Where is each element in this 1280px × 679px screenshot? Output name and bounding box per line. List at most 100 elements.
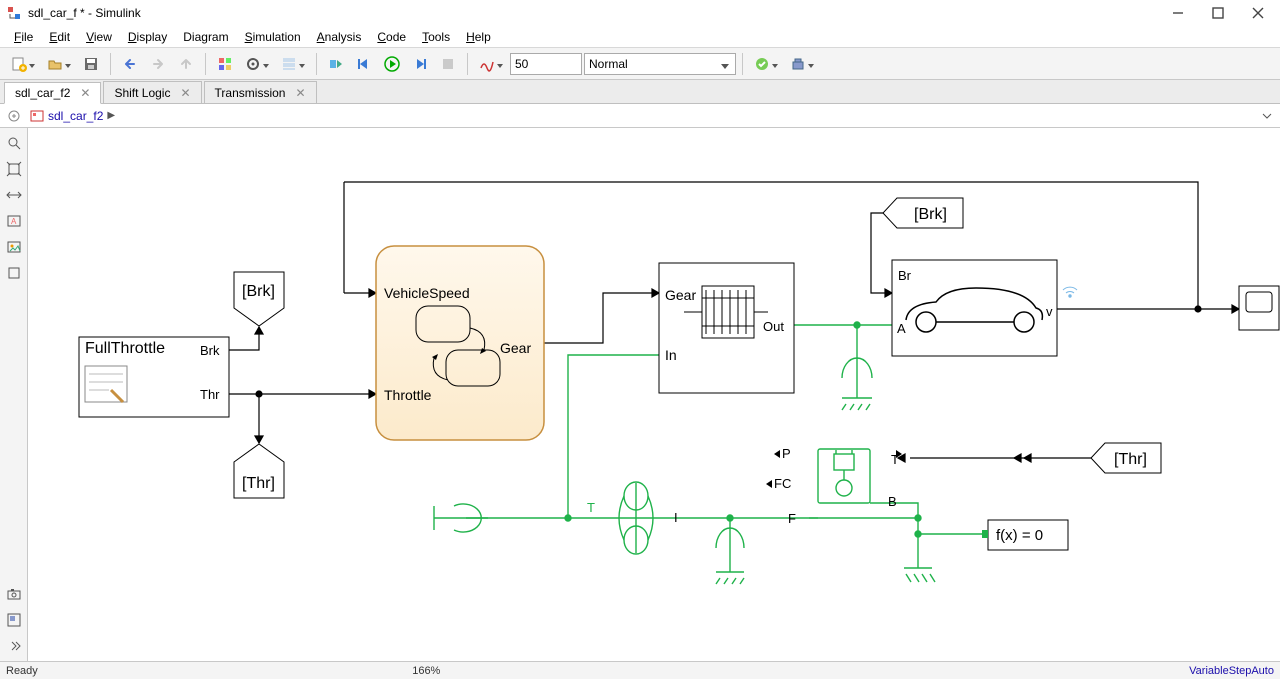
port-br-label: Br (898, 268, 912, 283)
status-ready: Ready (6, 665, 38, 677)
new-model-button[interactable] (6, 51, 40, 77)
from-brk-block[interactable]: [Brk] (883, 198, 963, 228)
tag-label: [Brk] (242, 283, 275, 300)
explorer-bar: sdl_car_f2 ▶ (0, 104, 1280, 128)
from-thr-block[interactable]: [Thr] (1091, 443, 1161, 473)
window-minimize-button[interactable] (1158, 0, 1198, 26)
solver-configuration-block[interactable]: f(x) = 0 (982, 520, 1068, 550)
goto-thr-block[interactable]: [Thr] (234, 444, 284, 498)
port-p-label: P (782, 446, 791, 461)
menu-bar: Filedocument.currentScript.previousEleme… (0, 26, 1280, 48)
step-back-button[interactable] (351, 51, 377, 77)
simulation-mode-select[interactable]: Normal (584, 53, 736, 75)
update-diagram-button[interactable] (749, 51, 783, 77)
area-button[interactable] (3, 262, 25, 284)
screenshot-button[interactable] (3, 583, 25, 605)
window-close-button[interactable] (1238, 0, 1278, 26)
window-title: sdl_car_f * - Simulink (28, 6, 141, 20)
port-i-label: I (674, 510, 678, 525)
stop-button[interactable] (435, 51, 461, 77)
port-out-label: Out (763, 319, 784, 334)
tab-close-icon[interactable]: ✕ (295, 87, 305, 99)
up-button[interactable] (173, 51, 199, 77)
stateflow-chart-block[interactable]: VehicleSpeed Gear Throttle (376, 246, 544, 440)
chevron-right-icon: ▶ (107, 110, 115, 121)
expand-palette-button[interactable] (3, 635, 25, 657)
menu-edit[interactable]: Edit (41, 28, 78, 46)
menu-view[interactable]: View (78, 28, 120, 46)
port-in-label: In (665, 347, 677, 363)
vehicle-body-block[interactable]: Br A v (892, 260, 1077, 356)
status-solver[interactable]: VariableStepAuto (1189, 665, 1274, 677)
engine-block[interactable]: P FC F T B (766, 446, 902, 526)
tag-label: [Brk] (914, 206, 947, 223)
breadcrumb-root[interactable]: sdl_car_f2 ▶ (30, 109, 115, 123)
port-a-label: A (897, 321, 906, 336)
goto-brk-block[interactable]: [Brk] (234, 272, 284, 326)
signal-builder-block[interactable]: FullThrottle Brk Thr (79, 337, 229, 417)
fit-to-view-button[interactable] (3, 132, 25, 154)
simulink-icon (6, 5, 22, 21)
model-config-button[interactable] (240, 51, 274, 77)
tab-sdl-car-f2[interactable]: sdl_car_f2 ✕ (4, 82, 101, 104)
tab-shift-logic[interactable]: Shift Logic ✕ (103, 81, 201, 103)
solver-label: f(x) = 0 (996, 527, 1043, 544)
mechanical-reference-b-icon[interactable] (904, 568, 935, 582)
bird-eye-button[interactable] (3, 609, 25, 631)
hide-explorer-button[interactable] (4, 106, 24, 126)
port-v-label: v (1046, 304, 1053, 319)
tab-label: Transmission (215, 86, 286, 100)
image-button[interactable] (3, 236, 25, 258)
toolbar: Normal (0, 48, 1280, 80)
menu-simulation[interactable]: Simulation (237, 28, 309, 46)
back-button[interactable] (117, 51, 143, 77)
window-maximize-button[interactable] (1198, 0, 1238, 26)
transmission-block[interactable]: Gear Out In (659, 263, 794, 393)
menu-diagram[interactable]: Diagram (175, 28, 236, 46)
model-tabs: sdl_car_f2 ✕ Shift Logic ✕ Transmission … (0, 80, 1280, 104)
build-button[interactable] (785, 51, 819, 77)
port-gear-label: Gear (665, 287, 696, 303)
open-button[interactable] (42, 51, 76, 77)
stream-icon (1063, 287, 1077, 297)
pan-button[interactable] (3, 184, 25, 206)
annotation-button[interactable]: A (3, 210, 25, 232)
port-vehicle-speed: VehicleSpeed (384, 285, 470, 301)
menu-analysis[interactable]: Analysis (309, 28, 370, 46)
menu-code[interactable]: Code (369, 28, 414, 46)
forward-button[interactable] (145, 51, 171, 77)
library-browser-button[interactable] (212, 51, 238, 77)
stop-time-input[interactable] (510, 53, 582, 75)
port-throttle: Throttle (384, 387, 432, 403)
tab-transmission[interactable]: Transmission ✕ (204, 81, 317, 103)
zoom-button[interactable] (3, 158, 25, 180)
menu-file[interactable]: Filedocument.currentScript.previousEleme… (6, 28, 41, 46)
block-title: FullThrottle (85, 340, 165, 357)
diagram-canvas[interactable]: FullThrottle Brk Thr [Brk] [Thr] (28, 128, 1280, 661)
port-fc-label: FC (774, 476, 791, 491)
status-bar: Ready 166% VariableStepAuto (0, 661, 1280, 679)
tag-label: [Thr] (242, 475, 275, 492)
model-explorer-button[interactable] (276, 51, 310, 77)
run-button[interactable] (379, 51, 405, 77)
canvas-palette: A (0, 128, 28, 661)
scope-block[interactable] (1239, 286, 1279, 330)
signal-logging-button[interactable] (474, 51, 508, 77)
save-button[interactable] (78, 51, 104, 77)
tab-close-icon[interactable]: ✕ (80, 87, 90, 99)
menu-display[interactable]: Display (120, 28, 175, 46)
step-forward-button[interactable] (407, 51, 433, 77)
port-f-label: F (788, 511, 796, 526)
menu-help[interactable]: Help (458, 28, 499, 46)
title-bar: sdl_car_f * - Simulink (0, 0, 1280, 26)
tab-close-icon[interactable]: ✕ (180, 87, 190, 99)
menu-tools[interactable]: Tools (414, 28, 458, 46)
explorer-drop-button[interactable] (1258, 111, 1276, 121)
fast-restart-button[interactable] (323, 51, 349, 77)
port-b-label: B (888, 494, 897, 509)
simulation-mode-value: Normal (589, 57, 628, 71)
port-gear: Gear (500, 340, 531, 356)
port-thr-label: Thr (200, 387, 220, 402)
tag-label: [Thr] (1114, 451, 1147, 468)
status-zoom: 166% (412, 665, 440, 677)
